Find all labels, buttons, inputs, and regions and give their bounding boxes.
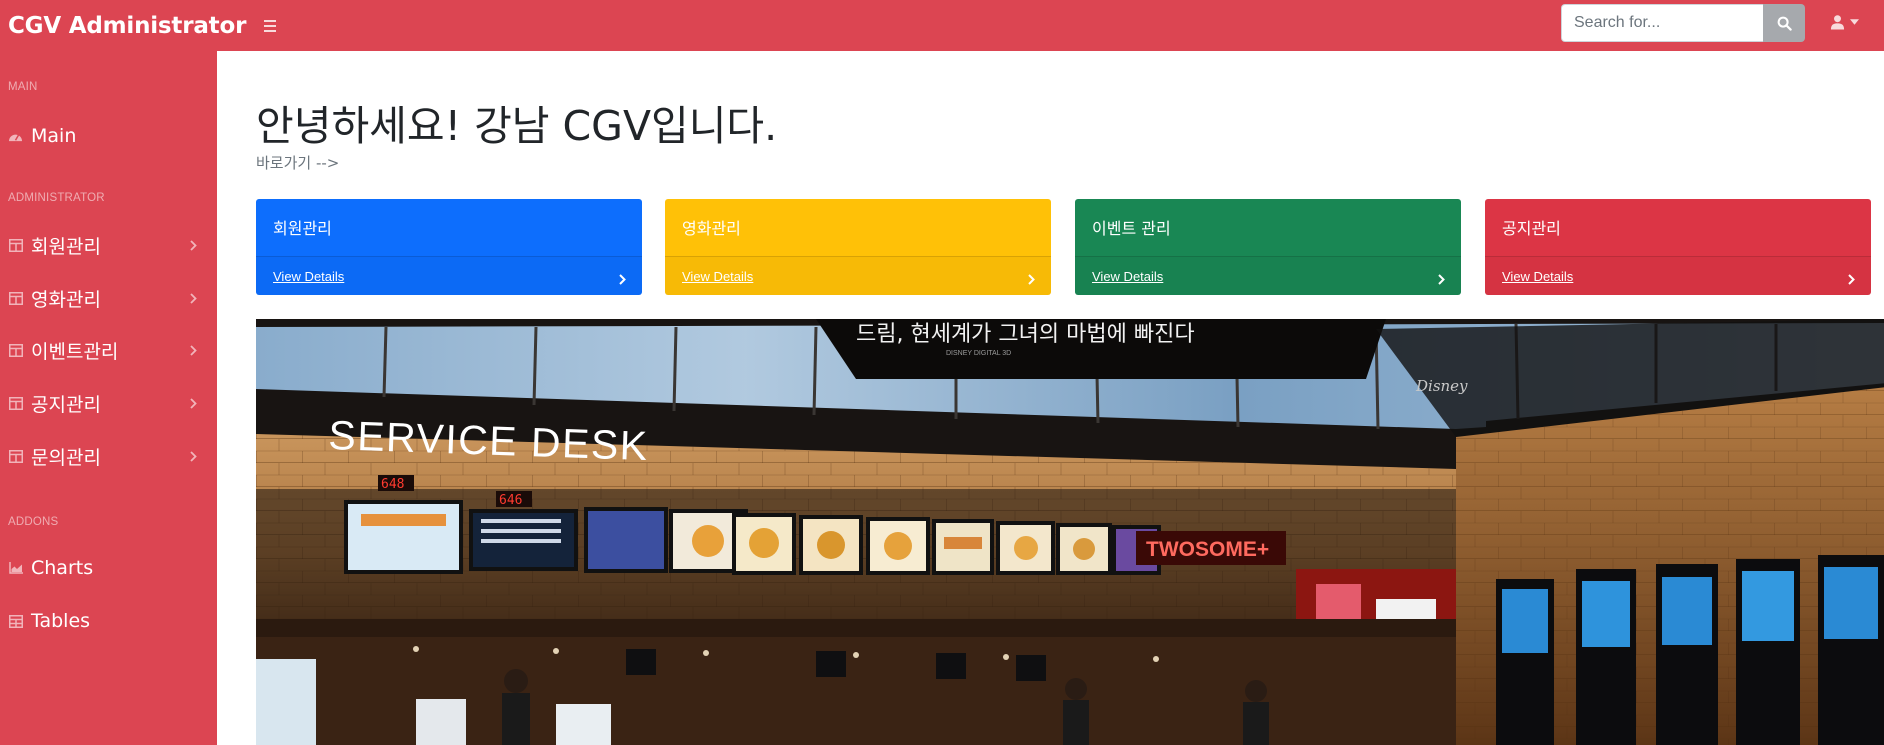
table-icon xyxy=(8,291,23,306)
sidebar-item-charts[interactable]: Charts xyxy=(0,548,217,588)
card-events: 이벤트 관리 View Details xyxy=(1075,199,1461,295)
sidebar-item-label: 이벤트관리 xyxy=(31,340,119,363)
sidebar-item-label: Charts xyxy=(31,557,94,579)
card-footer[interactable]: View Details xyxy=(256,256,642,295)
sidebar-heading-main: MAIN xyxy=(8,81,38,93)
chevron-right-icon xyxy=(1438,270,1445,289)
card-title: 공지관리 xyxy=(1502,219,1561,238)
menu-toggle-icon[interactable] xyxy=(264,19,277,32)
main-content: 안녕하세요! 강남 CGV입니다. 바로가기 --> 회원관리 View Det… xyxy=(217,51,1884,745)
table-icon xyxy=(8,449,23,464)
sidebar-heading-addons: ADDONS xyxy=(8,516,59,528)
brand-logo[interactable]: CGV Administrator xyxy=(0,13,246,39)
page-title: 안녕하세요! 강남 CGV입니다. xyxy=(256,102,778,150)
view-details-link[interactable]: View Details xyxy=(1502,269,1573,284)
user-icon xyxy=(1830,15,1845,30)
sidebar-item-label: 회원관리 xyxy=(31,235,101,258)
sidebar-item-events[interactable]: 이벤트관리 xyxy=(0,330,217,370)
chevron-right-icon xyxy=(1028,270,1035,289)
sidebar-item-label: Main xyxy=(31,125,77,147)
banner-text: 드림, 현세계가 그녀의 마법에 빠진다 xyxy=(856,322,1195,347)
card-footer[interactable]: View Details xyxy=(665,256,1051,295)
user-dropdown[interactable] xyxy=(1830,14,1859,30)
shortcut-label: 바로가기 --> xyxy=(256,154,340,172)
card-footer[interactable]: View Details xyxy=(1075,256,1461,295)
sidebar-heading-administrator: ADMINISTRATOR xyxy=(8,192,105,204)
search-input[interactable] xyxy=(1561,4,1763,42)
card-movies: 영화관리 View Details xyxy=(665,199,1051,295)
sidebar-item-main[interactable]: Main xyxy=(0,116,217,156)
chevron-right-icon xyxy=(190,394,197,413)
sidebar: MAIN Main ADMINISTRATOR 회원관리 영화관리 이벤트관리 … xyxy=(0,51,217,745)
table-icon xyxy=(8,614,23,629)
chevron-right-icon xyxy=(190,289,197,308)
card-footer[interactable]: View Details xyxy=(1485,256,1871,295)
table-icon xyxy=(8,343,23,358)
caret-down-icon xyxy=(1850,19,1859,25)
sidebar-item-inquiries[interactable]: 문의관리 xyxy=(0,436,217,476)
chevron-right-icon xyxy=(190,341,197,360)
card-title: 회원관리 xyxy=(273,219,332,238)
chevron-right-icon xyxy=(619,270,626,289)
sidebar-item-label: 공지관리 xyxy=(31,393,101,416)
counter-display-a: 648 xyxy=(381,477,404,492)
disney-logo-text: Disney xyxy=(1415,377,1468,395)
card-title: 영화관리 xyxy=(682,219,741,238)
banner-small-text: DISNEY DIGITAL 3D xyxy=(946,350,1011,357)
dashboard-icon xyxy=(8,129,23,144)
twosome-sign: TWOSOME+ xyxy=(1146,538,1269,561)
top-navbar: CGV Administrator xyxy=(0,0,1884,51)
sidebar-item-label: 문의관리 xyxy=(31,446,101,469)
chart-area-icon xyxy=(8,561,23,576)
chevron-right-icon xyxy=(190,447,197,466)
sidebar-item-label: 영화관리 xyxy=(31,288,101,311)
table-icon xyxy=(8,396,23,411)
search-button[interactable] xyxy=(1763,4,1805,42)
card-notices: 공지관리 View Details xyxy=(1485,199,1871,295)
chevron-right-icon xyxy=(1848,270,1855,289)
view-details-link[interactable]: View Details xyxy=(682,269,753,284)
card-title: 이벤트 관리 xyxy=(1092,219,1171,238)
search-form xyxy=(1561,4,1805,42)
sidebar-item-tables[interactable]: Tables xyxy=(0,601,217,641)
table-icon xyxy=(8,238,23,253)
view-details-link[interactable]: View Details xyxy=(1092,269,1163,284)
counter-display-b: 646 xyxy=(499,493,522,508)
search-icon xyxy=(1777,16,1792,31)
sidebar-item-label: Tables xyxy=(31,610,91,632)
sidebar-item-notices[interactable]: 공지관리 xyxy=(0,383,217,423)
chevron-right-icon xyxy=(190,236,197,255)
card-members: 회원관리 View Details xyxy=(256,199,642,295)
view-details-link[interactable]: View Details xyxy=(273,269,344,284)
sidebar-item-members[interactable]: 회원관리 xyxy=(0,225,217,265)
cinema-lobby-photo: 드림, 현세계가 그녀의 마법에 빠진다 DISNEY DIGITAL 3D D… xyxy=(256,319,1884,745)
sidebar-item-movies[interactable]: 영화관리 xyxy=(0,278,217,318)
